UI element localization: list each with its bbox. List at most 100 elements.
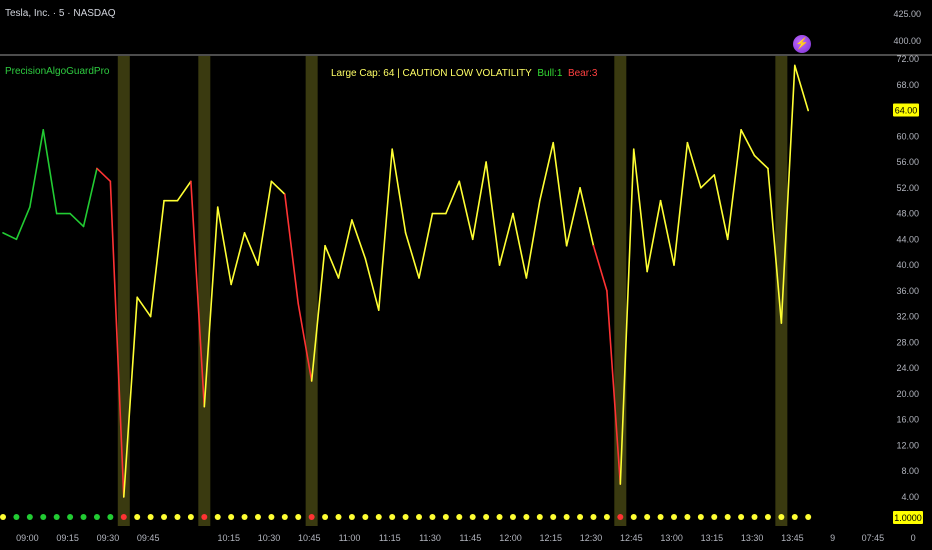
y-tick-label: 20.00	[896, 389, 919, 399]
state-dot	[389, 514, 396, 520]
x-tick-label: 12:00	[499, 533, 522, 543]
x-tick-label: 12:30	[580, 533, 603, 543]
state-dot	[120, 514, 127, 520]
highlight-band	[305, 56, 318, 526]
oscillator-segment	[793, 64, 810, 112]
oscillator-segment	[673, 141, 689, 266]
y-tick-label: 8.00	[901, 466, 919, 476]
indicator-name[interactable]: PrecisionAlgoGuardPro	[5, 66, 110, 77]
oscillator-segment	[29, 129, 45, 208]
oscillator-segment	[391, 148, 407, 234]
state-dot	[764, 514, 771, 520]
state-dot	[362, 514, 369, 520]
state-dot	[201, 514, 208, 520]
state-dot	[791, 514, 798, 520]
state-dot	[161, 514, 168, 520]
state-dot	[630, 514, 637, 520]
x-tick-label: 13:15	[701, 533, 724, 543]
state-dot	[322, 514, 329, 520]
oscillator-segment	[2, 232, 18, 241]
state-dot	[402, 514, 409, 520]
y-tick-label: 12.00	[896, 440, 919, 450]
state-dot	[228, 514, 235, 520]
oscillator-segment	[337, 219, 353, 279]
x-tick-label: 11:00	[339, 533, 361, 543]
state-dot	[483, 514, 490, 520]
y-tick-label: 56.00	[896, 157, 919, 167]
state-dot	[40, 514, 47, 520]
state-dot	[375, 514, 382, 520]
state-dot	[187, 514, 194, 520]
state-dot	[254, 514, 261, 520]
state-dot	[214, 514, 221, 520]
oscillator-segment	[176, 180, 192, 202]
state-dot	[134, 514, 141, 520]
state-dot	[644, 514, 651, 520]
x-tick-label: 09:00	[16, 533, 39, 543]
state-dot	[778, 514, 785, 520]
lightning-logo-icon[interactable]: ⚡	[793, 35, 811, 53]
state-dot	[563, 514, 570, 520]
state-dot	[53, 514, 60, 520]
oscillator-segment	[324, 244, 340, 279]
state-dot	[442, 514, 449, 520]
oscillator-segment	[230, 232, 246, 286]
chart-title: Tesla, Inc. · 5 · NASDAQ	[5, 8, 116, 19]
state-dot	[603, 514, 610, 520]
x-tick-label: 9	[830, 533, 835, 543]
state-dot	[697, 514, 704, 520]
x-tick-label: 10:30	[258, 533, 281, 543]
y-tick-label: 68.00	[896, 80, 919, 90]
price-tick-label: 425.00	[893, 9, 921, 19]
state-dot	[174, 514, 181, 520]
x-tick-label: 09:15	[56, 533, 79, 543]
oscillator-segment	[149, 199, 165, 318]
oscillator-segment	[726, 129, 742, 241]
oscillator-segment	[632, 148, 648, 273]
oscillator-segment	[136, 296, 152, 318]
y-tick-label: 60.00	[896, 131, 919, 141]
current-value-label: 64.00	[895, 106, 918, 116]
state-dot	[429, 514, 436, 520]
oscillator-segment	[659, 199, 675, 266]
highlight-band	[117, 56, 130, 526]
state-dot	[416, 514, 423, 520]
oscillator-segment	[15, 206, 31, 241]
oscillator-segment	[485, 161, 501, 266]
status-panel: Large Cap: 64 | CAUTION LOW VOLATILITY B…	[331, 68, 597, 79]
x-tick-label: 13:45	[781, 533, 804, 543]
oscillator-segment	[96, 167, 112, 183]
oscillator-segment	[713, 174, 729, 241]
oscillator-segment	[284, 193, 300, 305]
y-tick-label: 44.00	[896, 234, 919, 244]
state-dot	[536, 514, 543, 520]
state-dot	[523, 514, 530, 520]
state-dot	[67, 514, 74, 520]
y-tick-label: 16.00	[896, 415, 919, 425]
state-dot	[348, 514, 355, 520]
state-dot	[80, 514, 87, 520]
x-tick-label: 09:30	[97, 533, 120, 543]
state-dot	[268, 514, 275, 520]
x-tick-label: 0	[911, 533, 916, 543]
x-tick-label: 09:45	[137, 533, 160, 543]
state-dot	[711, 514, 718, 520]
oscillator-segment	[498, 212, 514, 266]
highlight-band	[198, 56, 211, 526]
state-dot	[93, 514, 100, 520]
x-tick-label: 12:45	[620, 533, 643, 543]
state-dot	[724, 514, 731, 520]
x-tick-label: 12:15	[540, 533, 563, 543]
state-dot	[335, 514, 342, 520]
oscillator-segment	[404, 232, 420, 279]
oscillator-segment	[538, 141, 555, 202]
y-tick-label: 48.00	[896, 209, 919, 219]
oscillator-segment	[364, 257, 380, 311]
oscillator-segment	[351, 219, 367, 260]
y-tick-label: 72.00	[896, 54, 919, 64]
state-dot	[590, 514, 597, 520]
y-tick-label: 52.00	[896, 183, 919, 193]
state-dot	[107, 514, 114, 520]
y-tick-label: 36.00	[896, 286, 919, 296]
oscillator-segment	[458, 180, 474, 241]
